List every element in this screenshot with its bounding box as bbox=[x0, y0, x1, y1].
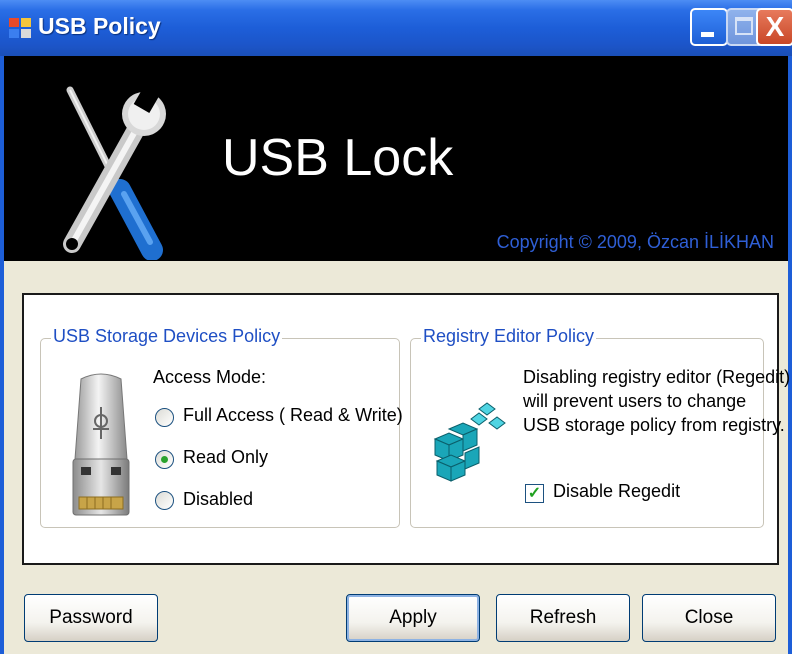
policy-panel: USB Storage Devices Policy Access Mode: … bbox=[22, 293, 790, 565]
read-only-label[interactable]: Read Only bbox=[183, 447, 268, 468]
copyright-text: Copyright © 2009, Özcan İLİKHAN bbox=[496, 232, 774, 252]
access-mode-label: Access Mode: bbox=[153, 367, 267, 387]
window-right-border bbox=[788, 56, 792, 654]
disable-regedit-checkbox[interactable]: ✓ bbox=[525, 484, 544, 503]
registry-editor-policy-group: Registry Editor Policy Disabling registr… bbox=[410, 326, 790, 528]
read-only-radio[interactable] bbox=[155, 450, 174, 469]
minimize-icon bbox=[701, 32, 714, 37]
apply-button[interactable]: Apply bbox=[346, 594, 480, 642]
window-title: USB Policy bbox=[38, 13, 161, 39]
registry-group-title: Registry Editor Policy bbox=[421, 326, 597, 347]
registry-description-line-2: will prevent users to change bbox=[523, 391, 747, 411]
usb-storage-policy-group: USB Storage Devices Policy Access Mode: … bbox=[40, 326, 403, 528]
disabled-label[interactable]: Disabled bbox=[183, 489, 253, 510]
regedit-icon bbox=[433, 402, 506, 482]
disabled-radio[interactable] bbox=[155, 491, 174, 510]
close-button[interactable]: Close bbox=[642, 594, 776, 642]
usb-group-title: USB Storage Devices Policy bbox=[51, 326, 283, 347]
full-access-label[interactable]: Full Access ( Read & Write) bbox=[183, 405, 403, 426]
banner-title: USB Lock bbox=[222, 129, 454, 187]
close-icon: X bbox=[765, 11, 785, 42]
radio-selected-dot bbox=[161, 456, 168, 463]
disable-regedit-label[interactable]: Disable Regedit bbox=[553, 481, 680, 502]
title-bar[interactable]: USB Policy X bbox=[0, 0, 792, 56]
password-button[interactable]: Password bbox=[24, 594, 158, 642]
refresh-button[interactable]: Refresh bbox=[496, 594, 630, 642]
tools-icon bbox=[63, 84, 166, 260]
full-access-radio[interactable] bbox=[155, 408, 174, 427]
maximize-icon bbox=[735, 17, 753, 35]
registry-description-line-1: Disabling registry editor (Regedit) bbox=[523, 367, 791, 387]
close-window-button[interactable]: X bbox=[756, 8, 792, 46]
registry-description-line-3: USB storage policy from registry. bbox=[523, 415, 785, 435]
usb-policy-window: USB Policy X USB Lock Copyright © 2009, … bbox=[0, 0, 792, 654]
header-banner: USB Lock Copyright © 2009, Özcan İLİKHAN bbox=[4, 56, 788, 261]
usb-drive-icon bbox=[72, 373, 130, 516]
minimize-button[interactable] bbox=[690, 8, 728, 46]
app-window-icon bbox=[9, 18, 31, 38]
